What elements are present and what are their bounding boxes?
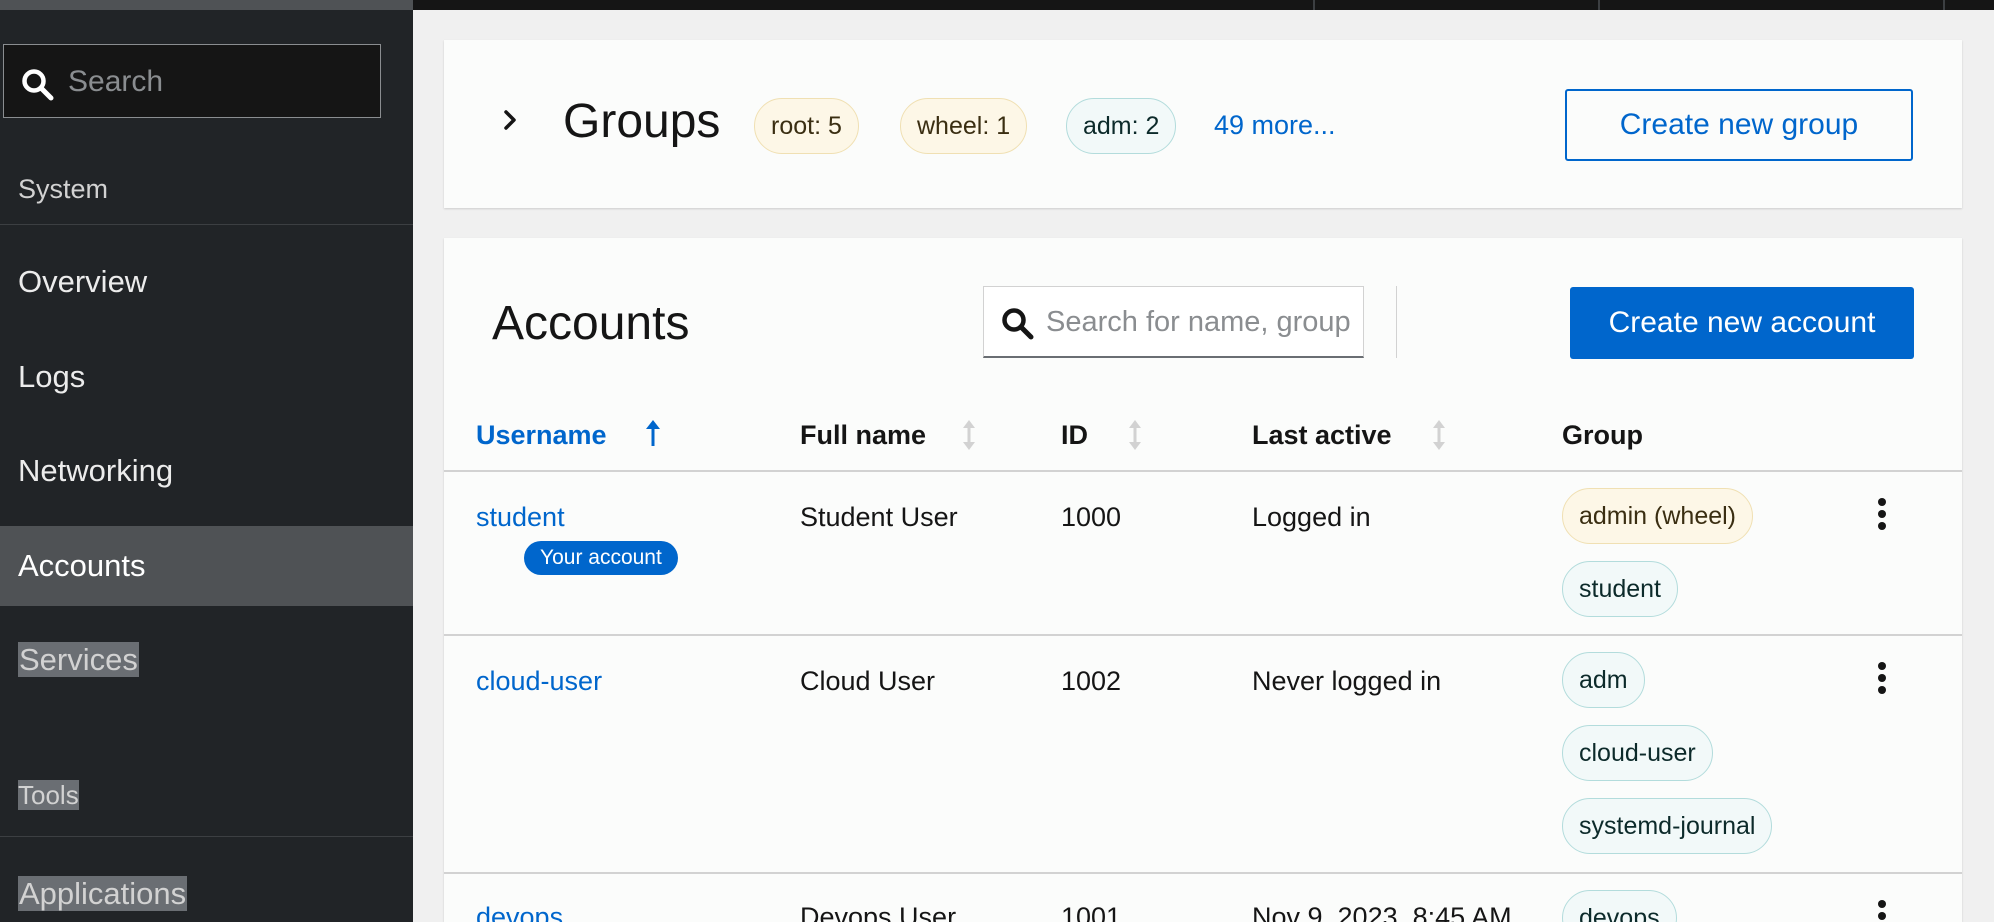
nav-section-system: System	[18, 174, 109, 204]
sidebar-item-label: Logs	[18, 359, 86, 394]
groups-card: Groups root: 5 wheel: 1 adm: 2 49 more..…	[444, 40, 1962, 208]
group-chip: systemd-journal	[1562, 798, 1773, 854]
sidebar-item-overview[interactable]: Overview	[0, 242, 413, 322]
create-account-button[interactable]: Create new account	[1570, 287, 1914, 359]
group-chip: student	[1562, 561, 1679, 617]
nav-section-tools-label: Tools	[18, 780, 79, 810]
accounts-search[interactable]	[983, 286, 1364, 358]
sidebar-item-label: Overview	[18, 264, 148, 299]
fullname-cell: Student User	[800, 502, 958, 532]
username-link[interactable]: student	[476, 502, 565, 533]
sort-icon[interactable]	[960, 418, 978, 452]
sidebar-item-accounts[interactable]: Accounts	[0, 526, 413, 606]
sidebar-topbar	[0, 0, 413, 10]
sidebar: System Overview Logs Networking Accounts…	[0, 0, 413, 922]
sidebar-item-applications[interactable]: Applications	[0, 854, 413, 922]
id-cell: 1000	[1061, 502, 1122, 532]
group-chip: admin (wheel)	[1562, 488, 1754, 544]
create-group-button[interactable]: Create new group	[1565, 89, 1913, 161]
kebab-menu-icon[interactable]	[1874, 660, 1890, 700]
accounts-card: Accounts Create new account Username Ful…	[444, 238, 1962, 922]
last-active-cell: Nov 9, 2023, 8:45 AM	[1252, 902, 1512, 922]
sidebar-item-networking[interactable]: Networking	[0, 431, 413, 511]
accounts-search-input[interactable]	[1046, 299, 1356, 345]
last-active-cell: Logged in	[1252, 502, 1371, 532]
group-chip-wheel[interactable]: wheel: 1	[900, 98, 1028, 154]
topbar-divider	[1313, 0, 1315, 10]
topbar-divider	[1598, 0, 1600, 10]
fullname-cell: Devops User	[800, 902, 957, 922]
search-icon	[22, 69, 54, 101]
column-header-fullname[interactable]: Full name	[800, 420, 926, 451]
group-chip-root[interactable]: root: 5	[754, 98, 859, 154]
accounts-title: Accounts	[492, 297, 690, 350]
your-account-badge: Your account	[524, 541, 678, 575]
group-chip: cloud-user	[1562, 725, 1713, 781]
topbar-divider	[1943, 0, 1945, 10]
nav-divider	[0, 224, 413, 225]
sort-icon[interactable]	[1430, 418, 1448, 452]
toolbar-divider	[1396, 286, 1397, 358]
id-cell: 1002	[1061, 666, 1122, 696]
kebab-menu-icon[interactable]	[1874, 496, 1890, 536]
nav-divider	[0, 836, 413, 837]
column-header-username[interactable]: Username	[476, 420, 607, 451]
search-icon	[1002, 308, 1034, 340]
sort-ascending-icon[interactable]	[644, 418, 662, 452]
last-active-cell: Never logged in	[1252, 666, 1442, 696]
chevron-right-icon[interactable]	[496, 106, 524, 134]
more-groups-link[interactable]: 49 more...	[1214, 110, 1336, 141]
sidebar-search-input[interactable]	[68, 59, 368, 105]
sidebar-item-label: Services	[18, 642, 139, 677]
table-header-divider	[444, 470, 1962, 472]
group-chip: adm	[1562, 652, 1645, 708]
group-chip-adm[interactable]: adm: 2	[1066, 98, 1177, 154]
username-link[interactable]: cloud-user	[476, 666, 602, 697]
sidebar-item-label: Accounts	[18, 548, 146, 583]
sidebar-item-services[interactable]: Services	[0, 620, 413, 700]
sidebar-item-label: Applications	[18, 876, 188, 911]
groups-title: Groups	[563, 95, 721, 148]
sidebar-item-logs[interactable]: Logs	[0, 337, 413, 417]
group-chip: devops	[1562, 890, 1677, 922]
username-link[interactable]: devops	[476, 902, 563, 922]
fullname-cell: Cloud User	[800, 666, 936, 696]
sidebar-item-label: Networking	[18, 453, 174, 488]
nav-section-tools: Tools	[18, 780, 79, 811]
main-topbar	[413, 0, 1994, 10]
id-cell: 1001	[1061, 902, 1122, 922]
kebab-menu-icon[interactable]	[1874, 898, 1890, 922]
sort-icon[interactable]	[1126, 418, 1144, 452]
column-header-group: Group	[1562, 420, 1643, 450]
column-header-id[interactable]: ID	[1061, 420, 1088, 451]
column-header-last-active[interactable]: Last active	[1252, 420, 1392, 451]
row-divider	[444, 872, 1962, 874]
row-divider	[444, 634, 1962, 636]
sidebar-search[interactable]	[3, 44, 381, 118]
